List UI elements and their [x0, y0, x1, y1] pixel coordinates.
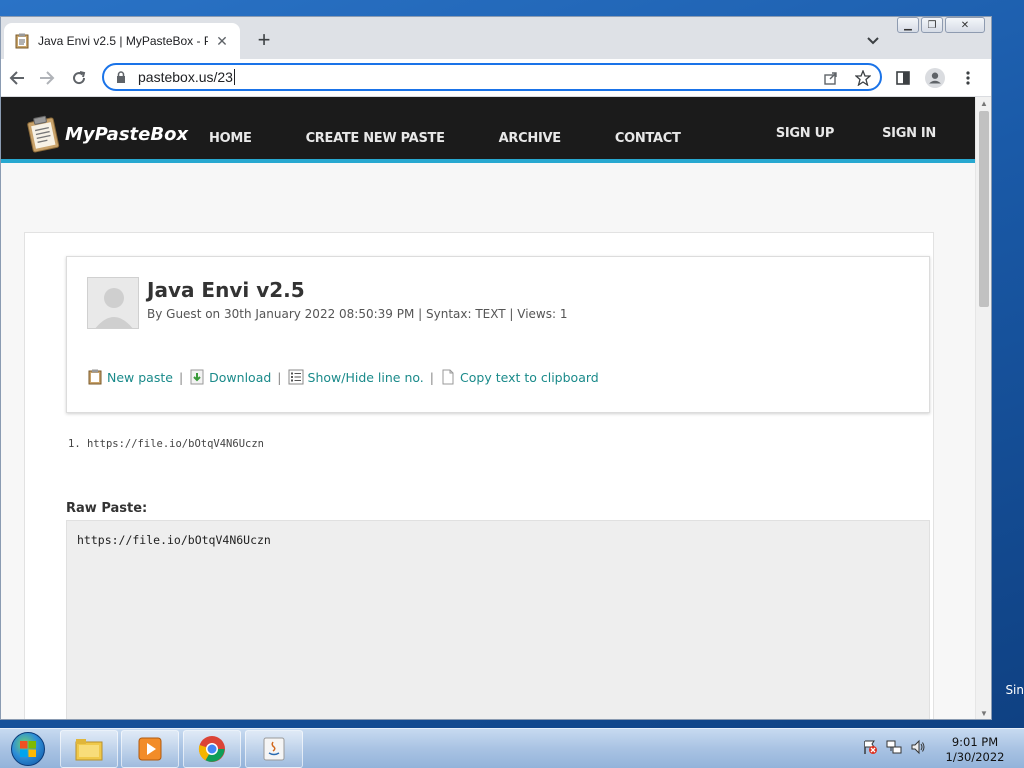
clipboard-logo-icon: [27, 115, 60, 153]
forward-icon[interactable]: [37, 68, 57, 88]
url-text: pastebox.us/23: [138, 69, 233, 85]
main-nav: HOME CREATE NEW PASTE ARCHIVE CONTACT: [209, 131, 735, 146]
address-bar[interactable]: pastebox.us/23: [102, 63, 882, 91]
numbered-paste-lines: 1. https://file.io/bOtqV4N6Uczn: [68, 438, 264, 450]
toggle-line-numbers-link[interactable]: Show/Hide line no.: [288, 369, 424, 385]
copy-label: Copy text to clipboard: [460, 370, 599, 385]
paste-meta: By Guest on 30th January 2022 08:50:39 P…: [147, 307, 568, 321]
page-scrollbar[interactable]: ▲ ▼: [975, 97, 991, 719]
window-controls: ▁ ❐ ✕: [897, 17, 985, 33]
explorer-taskbar-button[interactable]: [60, 730, 118, 768]
close-window-icon[interactable]: ✕: [945, 17, 985, 33]
scroll-thumb[interactable]: [979, 111, 989, 307]
page-viewport: MyPasteBox HOME CREATE NEW PASTE ARCHIVE…: [1, 97, 976, 719]
nav-create-new-paste[interactable]: CREATE NEW PASTE: [306, 131, 445, 146]
desktop-icon-label: Sin: [1005, 683, 1024, 697]
chrome-taskbar-button[interactable]: [183, 730, 241, 768]
new-tab-icon[interactable]: +: [253, 29, 275, 51]
user-silhouette-icon: [88, 278, 138, 328]
windows-logo-icon: [11, 732, 45, 766]
site-logo[interactable]: MyPasteBox: [25, 115, 188, 153]
media-player-icon: [138, 737, 162, 761]
nav-archive[interactable]: ARCHIVE: [499, 131, 561, 146]
kebab-menu-icon[interactable]: [958, 68, 978, 88]
action-separator: |: [178, 370, 184, 385]
new-paste-link[interactable]: New paste: [87, 369, 173, 385]
system-tray: [862, 739, 926, 755]
taskbar: 9:01 PM 1/30/2022: [0, 728, 1024, 768]
profile-avatar-icon[interactable]: [925, 68, 945, 88]
scroll-up-icon[interactable]: ▲: [979, 99, 989, 109]
browser-tab[interactable]: Java Envi v2.5 | MyPasteBox - Pow ✕: [4, 23, 240, 59]
copy-to-clipboard-link[interactable]: Copy text to clipboard: [440, 369, 599, 385]
tab-bar: Java Envi v2.5 | MyPasteBox - Pow ✕ + ▁ …: [1, 17, 991, 59]
paste-actions: New paste | Download | Show/Hide line no…: [87, 369, 599, 385]
clipboard-favicon-icon: [14, 33, 30, 49]
logo-text: MyPasteBox: [65, 123, 189, 145]
back-icon[interactable]: [7, 68, 27, 88]
start-button[interactable]: [2, 729, 54, 768]
reload-icon[interactable]: [69, 68, 89, 88]
tab-close-icon[interactable]: ✕: [214, 33, 230, 49]
content-box: Java Envi v2.5 By Guest on 30th January …: [24, 232, 934, 719]
toggle-line-numbers-label: Show/Hide line no.: [307, 370, 424, 385]
java-taskbar-button[interactable]: [245, 730, 303, 768]
chrome-icon: [198, 736, 225, 762]
lock-icon[interactable]: [114, 70, 128, 84]
minimize-icon[interactable]: ▁: [897, 17, 919, 33]
taskbar-clock[interactable]: 9:01 PM 1/30/2022: [940, 735, 1010, 765]
nav-contact[interactable]: CONTACT: [615, 131, 681, 146]
side-panel-icon[interactable]: [893, 68, 913, 88]
share-icon[interactable]: [822, 69, 840, 87]
raw-paste-label: Raw Paste:: [66, 501, 148, 516]
auth-nav: SIGN UP SIGN IN: [776, 126, 936, 141]
scroll-down-icon[interactable]: ▼: [979, 709, 989, 719]
nav-home[interactable]: HOME: [209, 131, 252, 146]
new-paste-label: New paste: [107, 370, 173, 385]
line-number: 1.: [68, 438, 81, 450]
browser-toolbar: pastebox.us/23: [1, 59, 991, 97]
document-icon: [442, 369, 454, 385]
clock-date: 1/30/2022: [945, 750, 1005, 764]
clipboard-icon: [88, 369, 102, 385]
action-separator: |: [277, 370, 282, 385]
clock-time: 9:01 PM: [951, 735, 999, 749]
restore-icon[interactable]: ❐: [921, 17, 943, 33]
download-label: Download: [209, 370, 272, 385]
download-link[interactable]: Download: [189, 369, 271, 385]
nav-sign-in[interactable]: SIGN IN: [882, 126, 936, 141]
raw-paste-textarea[interactable]: https://file.io/bOtqV4N6Uczn: [66, 520, 930, 719]
action-separator: |: [429, 370, 435, 385]
bookmark-star-icon[interactable]: [854, 69, 872, 87]
java-cup-icon: [263, 737, 285, 761]
nav-sign-up[interactable]: SIGN UP: [776, 126, 835, 141]
volume-icon[interactable]: [910, 739, 926, 755]
text-caret: [233, 69, 235, 85]
download-icon: [190, 369, 204, 385]
list-icon: [288, 369, 304, 385]
media-player-taskbar-button[interactable]: [121, 730, 179, 768]
folder-icon: [75, 739, 103, 761]
paste-info-card: Java Envi v2.5 By Guest on 30th January …: [66, 256, 930, 413]
network-icon[interactable]: [886, 739, 902, 755]
paste-title: Java Envi v2.5: [147, 278, 305, 302]
action-center-flag-icon[interactable]: [862, 739, 878, 755]
site-header: MyPasteBox HOME CREATE NEW PASTE ARCHIVE…: [1, 97, 976, 163]
browser-window: Java Envi v2.5 | MyPasteBox - Pow ✕ + ▁ …: [0, 16, 992, 720]
line-content: https://file.io/bOtqV4N6Uczn: [86, 438, 264, 450]
tab-search-chevron-icon[interactable]: [863, 31, 883, 51]
avatar: [87, 277, 139, 329]
tab-title: Java Envi v2.5 | MyPasteBox - Pow: [38, 34, 208, 48]
